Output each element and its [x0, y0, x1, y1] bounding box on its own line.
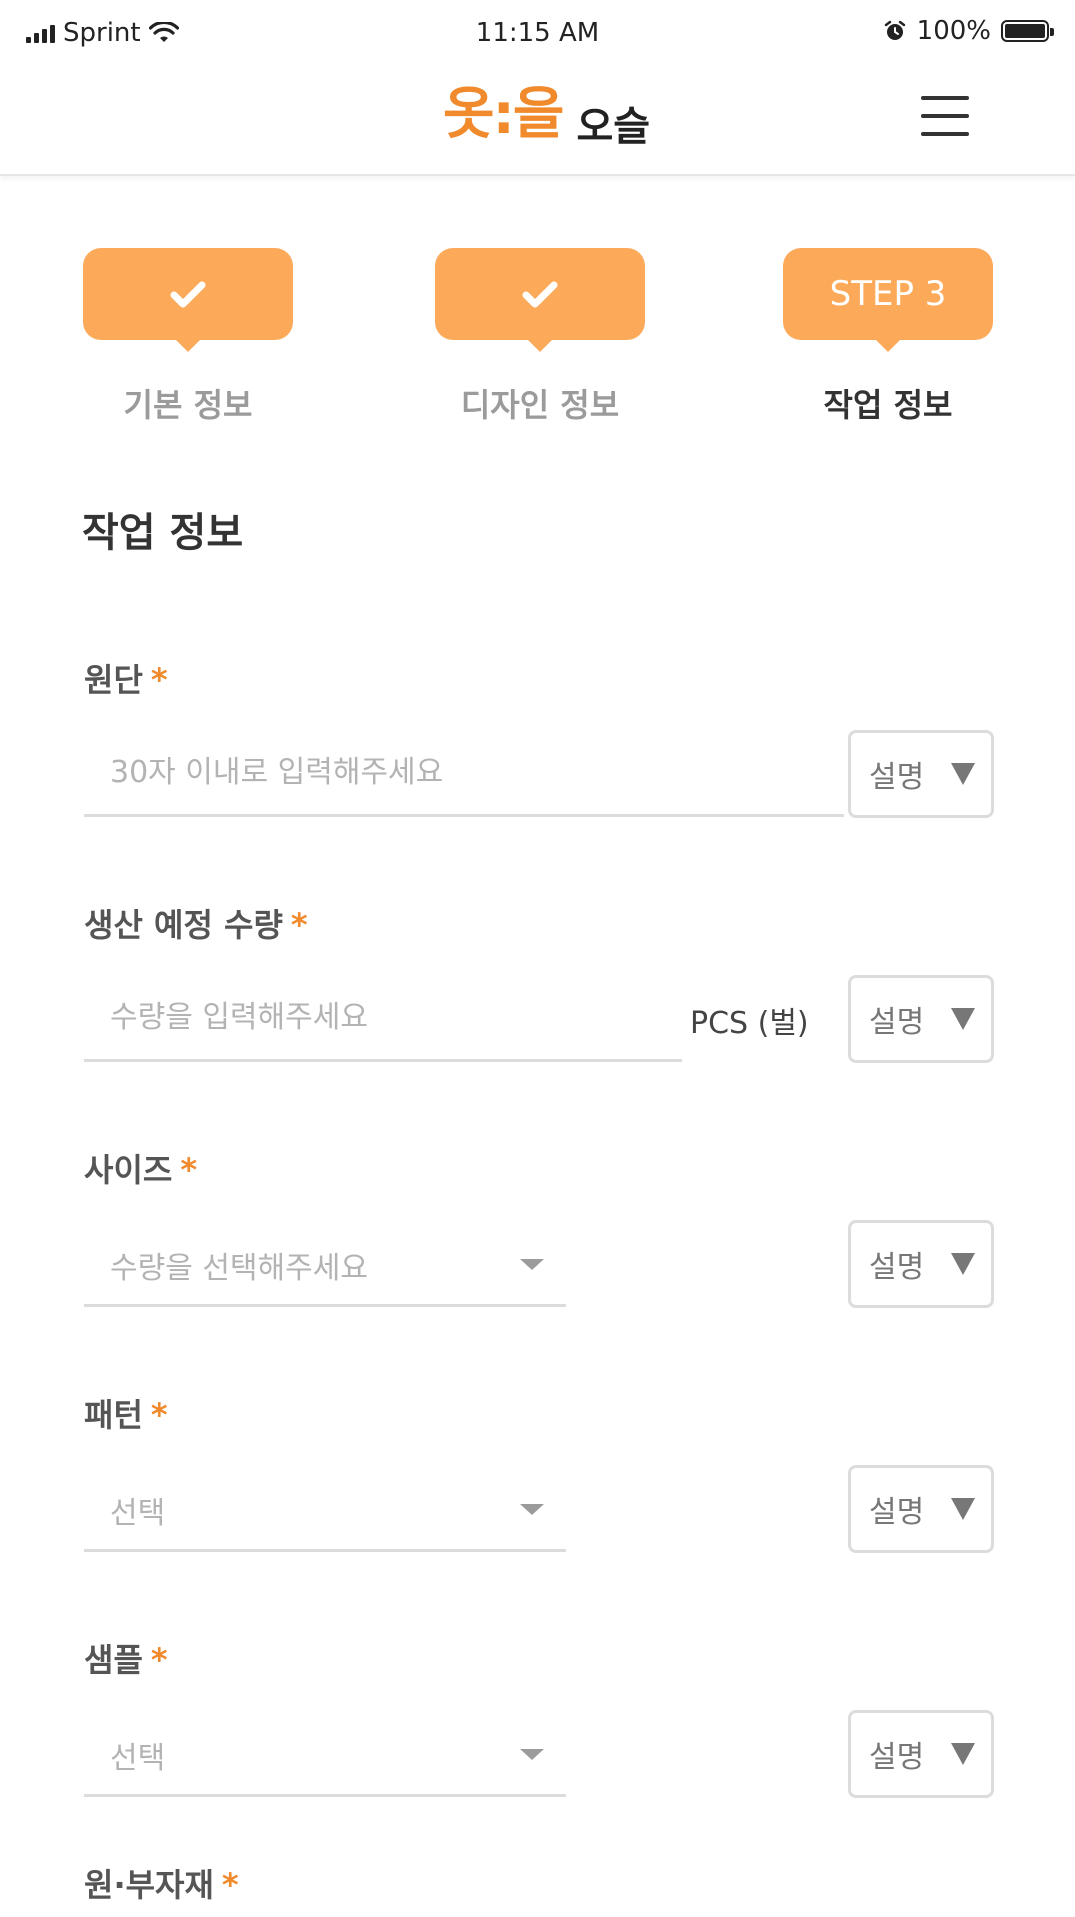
select-value: 선택 — [110, 1741, 166, 1776]
unit-label: PCS (벌) — [690, 1006, 809, 1041]
check-icon — [522, 281, 558, 308]
select-value: 수량을 선택해주세요 — [110, 1251, 368, 1286]
triangle-down-icon — [951, 1743, 975, 1765]
field-label: 원단 * — [84, 655, 994, 703]
section-title: 작업 정보 — [82, 510, 244, 556]
field-quantity: 생산 예정 수량* PCS (벌) 설명 — [84, 900, 994, 1066]
caret-down-icon — [520, 1259, 544, 1270]
status-bar: Sprint 11:15 AM 100% — [0, 0, 1075, 70]
step-work-info: STEP 3 작업 정보 — [783, 248, 993, 426]
description-label: 설명 — [869, 760, 925, 795]
field-materials: 원·부자재 * — [84, 1860, 994, 1908]
field-label-text: 원단 — [84, 661, 143, 699]
field-row: PCS (벌) 설명 — [84, 975, 994, 1066]
quantity-input[interactable] — [84, 976, 682, 1062]
field-row: 선택 설명 — [84, 1465, 994, 1556]
step-basic-info: 기본 정보 — [83, 248, 293, 426]
field-sample: 샘플 * 선택 설명 — [84, 1635, 994, 1801]
step-badge-current: STEP 3 — [783, 248, 993, 352]
stepper: 기본 정보 디자인 정보 STEP 3 작업 정보 — [0, 248, 1075, 428]
description-label: 설명 — [869, 1740, 925, 1775]
field-row: 수량을 선택해주세요 설명 — [84, 1220, 994, 1311]
description-label: 설명 — [869, 1005, 925, 1040]
field-label: 생산 예정 수량 * — [84, 900, 994, 948]
description-button[interactable]: 설명 — [848, 730, 994, 818]
field-row: 설명 — [84, 730, 994, 821]
logo-text: 오슬 — [576, 104, 651, 150]
description-button[interactable]: 설명 — [848, 1710, 994, 1798]
size-select[interactable]: 수량을 선택해주세요 — [84, 1221, 566, 1307]
required-mark: * — [180, 1151, 198, 1189]
description-label: 설명 — [869, 1495, 925, 1530]
triangle-down-icon — [951, 1008, 975, 1030]
description-button[interactable]: 설명 — [848, 1465, 994, 1553]
description-button[interactable]: 설명 — [848, 1220, 994, 1308]
alarm-icon — [884, 20, 905, 40]
triangle-down-icon — [951, 1253, 975, 1275]
step-badge-done — [435, 248, 645, 352]
select-value: 선택 — [110, 1496, 166, 1531]
step-label: 디자인 정보 — [460, 386, 620, 424]
hamburger-menu-icon[interactable] — [921, 96, 969, 136]
step-label: 기본 정보 — [123, 386, 253, 424]
field-label-text: 생산 예정 수량 — [84, 906, 283, 944]
caret-down-icon — [520, 1749, 544, 1760]
step-badge-done — [83, 248, 293, 352]
required-mark: * — [150, 1641, 168, 1679]
triangle-down-icon — [951, 763, 975, 785]
sample-select[interactable]: 선택 — [84, 1711, 566, 1797]
field-label: 샘플 * — [84, 1635, 994, 1683]
battery-percent: 100% — [916, 16, 991, 46]
status-right: 100% — [883, 16, 1054, 46]
field-row: 선택 설명 — [84, 1710, 994, 1801]
required-mark: * — [290, 906, 308, 944]
field-label-text: 원·부자재 — [84, 1866, 214, 1904]
field-label: 원·부자재 * — [84, 1860, 994, 1908]
logo[interactable]: 옷:을 오슬 — [443, 78, 650, 152]
field-label-text: 사이즈 — [84, 1151, 173, 1189]
field-label-text: 샘플 — [84, 1641, 143, 1679]
step-design-info: 디자인 정보 — [435, 248, 645, 426]
caret-down-icon — [520, 1504, 544, 1515]
field-label: 사이즈 * — [84, 1145, 994, 1193]
triangle-down-icon — [951, 1498, 975, 1520]
check-icon — [170, 281, 206, 308]
field-size: 사이즈 * 수량을 선택해주세요 설명 — [84, 1145, 994, 1311]
required-mark: * — [221, 1866, 239, 1904]
app-header: 옷:을 오슬 — [0, 70, 1075, 176]
description-label: 설명 — [869, 1250, 925, 1285]
step-label: 작업 정보 — [823, 386, 953, 424]
logo-mark: 옷:을 — [443, 82, 564, 147]
field-pattern: 패턴 * 선택 설명 — [84, 1390, 994, 1556]
required-mark: * — [150, 661, 168, 699]
pattern-select[interactable]: 선택 — [84, 1466, 566, 1552]
field-label-text: 패턴 — [84, 1396, 143, 1434]
fabric-input[interactable] — [84, 731, 844, 817]
field-fabric: 원단* 설명 — [84, 655, 994, 821]
description-button[interactable]: 설명 — [848, 975, 994, 1063]
battery-icon — [1001, 20, 1054, 42]
field-label: 패턴 * — [84, 1390, 994, 1438]
required-mark: * — [150, 1396, 168, 1434]
